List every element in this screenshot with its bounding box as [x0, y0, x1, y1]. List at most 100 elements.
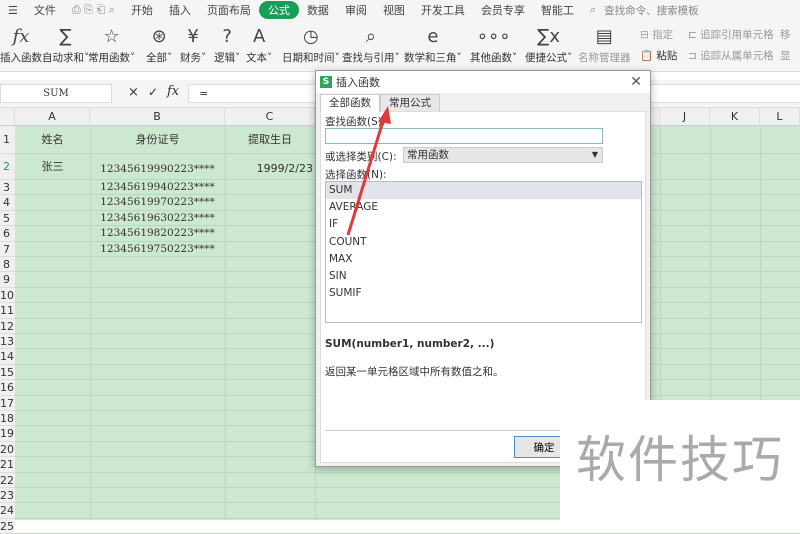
row-header[interactable]: 5	[0, 210, 15, 227]
tab-all-functions[interactable]: 全部函数	[320, 94, 380, 112]
ribbon-button[interactable]: ∑ 自动求和˅	[42, 24, 89, 65]
ribbon-icon: ▤	[595, 26, 613, 47]
corner[interactable]	[0, 108, 15, 126]
search-label: 查找函数(S):	[325, 116, 386, 128]
cell[interactable]: 姓名	[15, 126, 90, 154]
ribbon-button[interactable]: ∘∘∘ 其他函数˅	[470, 24, 517, 65]
cell[interactable]: 12345619820223****	[90, 226, 225, 241]
file-menu[interactable]: 文件	[26, 2, 64, 18]
row-header[interactable]: 21	[0, 457, 15, 473]
ribbon-button[interactable]: ▤ 名称管理器	[578, 24, 631, 65]
column-header[interactable]: C	[225, 108, 315, 126]
cell[interactable]: 12345619750223****	[90, 242, 225, 257]
tab-formula[interactable]: 公式	[258, 1, 299, 19]
trace-dependents-button[interactable]: ⊐ 追踪从属单元格	[688, 48, 774, 63]
function-list[interactable]: SUM AVERAGE IF COUNT MAX SIN SUMIF	[325, 181, 642, 323]
gridline	[225, 126, 226, 520]
row-header[interactable]: 19	[0, 426, 15, 442]
function-item[interactable]: MAX	[326, 251, 641, 268]
row-header[interactable]: 11	[0, 303, 15, 319]
cell[interactable]: 提取生日	[225, 126, 315, 154]
tab-data[interactable]: 数据	[299, 2, 337, 18]
quick-access-icons[interactable]: ⎙ ⎘ ⎗ ⌕	[64, 3, 123, 17]
function-signature: SUM(number1, number2, ...)	[325, 338, 495, 350]
row-header[interactable]: 14	[0, 349, 15, 365]
ribbon-button[interactable]: A 文本˅	[246, 24, 272, 65]
column-header[interactable]: A	[15, 108, 90, 126]
row-header[interactable]: 17	[0, 395, 15, 411]
ribbon-button[interactable]: ⌕ 查找与引用˅	[342, 24, 400, 65]
trace-precedents-button[interactable]: ⊏ 追踪引用单元格	[688, 27, 774, 42]
column-header[interactable]: B	[90, 108, 225, 126]
ribbon-button[interactable]: ? 逻辑˅	[214, 24, 240, 65]
row-header[interactable]: 13	[0, 334, 15, 350]
row-header[interactable]: 9	[0, 272, 15, 288]
tab-insert[interactable]: 插入	[161, 2, 199, 18]
check-icon[interactable]: ✓	[148, 85, 158, 99]
row-header[interactable]: 3	[0, 180, 15, 196]
row-header[interactable]: 16	[0, 380, 15, 396]
row-header[interactable]: 22	[0, 472, 15, 488]
tab-developer[interactable]: 开发工具	[413, 2, 473, 18]
row-header[interactable]: 25	[0, 518, 15, 534]
cell[interactable]: 12345619940223****	[90, 180, 225, 195]
row-header[interactable]: 1	[0, 126, 15, 154]
cell[interactable]: 12345619990223****	[90, 154, 225, 180]
row-header[interactable]: 2	[0, 154, 15, 180]
tab-layout[interactable]: 页面布局	[199, 2, 259, 18]
ribbon-button[interactable]: ☆ 常用函数˅	[88, 24, 135, 65]
command-search[interactable]: 查找命令、搜索模板	[604, 3, 699, 18]
category-select[interactable]: 常用函数 ▼	[403, 147, 603, 163]
hamburger-icon[interactable]: ☰	[0, 4, 26, 17]
paste-button[interactable]: 📋 粘贴	[640, 48, 677, 63]
row-header[interactable]: 6	[0, 226, 15, 242]
search-function-input[interactable]	[325, 128, 603, 144]
row-header[interactable]: 10	[0, 287, 15, 304]
show-button[interactable]: 显	[780, 48, 791, 63]
function-item[interactable]: SUMIF	[326, 285, 641, 302]
row-header[interactable]: 18	[0, 411, 15, 427]
move-button[interactable]: 移	[780, 27, 791, 42]
specify-button[interactable]: ⊟ 指定	[640, 27, 673, 42]
function-item[interactable]: SIN	[326, 268, 641, 285]
ribbon-button[interactable]: ◷ 日期和时间˅	[282, 24, 340, 65]
row-header[interactable]: 15	[0, 364, 15, 381]
close-icon[interactable]: ✕	[630, 74, 642, 90]
function-item[interactable]: AVERAGE	[326, 199, 641, 216]
function-item[interactable]: COUNT	[326, 234, 641, 251]
ribbon-label: 全部˅	[146, 52, 173, 64]
row-header[interactable]: 20	[0, 441, 15, 458]
tab-smart[interactable]: 智能工	[533, 2, 582, 18]
tab-home[interactable]: 开始	[123, 2, 161, 18]
row-header[interactable]: 4	[0, 195, 15, 211]
cell[interactable]: 身份证号	[90, 126, 225, 154]
row-header[interactable]: 23	[0, 488, 15, 504]
column-header[interactable]: K	[710, 108, 760, 126]
tab-review[interactable]: 审阅	[337, 2, 375, 18]
cell[interactable]: 张三	[15, 154, 90, 180]
cancel-icon[interactable]: ×	[128, 85, 139, 100]
ribbon-button[interactable]: ⊛ 全部˅	[146, 24, 172, 65]
cell[interactable]: 12345619970223****	[90, 195, 225, 210]
ribbon-icon: ☆	[103, 26, 120, 47]
row-header[interactable]: 7	[0, 241, 15, 257]
tab-member[interactable]: 会员专享	[473, 2, 533, 18]
function-item[interactable]: IF	[326, 216, 641, 233]
ribbon-button[interactable]: ¥ 财务˅	[180, 24, 206, 65]
ribbon-button[interactable]: ∑x 便捷公式˅	[525, 24, 572, 65]
function-item[interactable]: SUM	[326, 182, 641, 200]
column-header[interactable]: L	[760, 108, 800, 126]
cell[interactable]: 12345619630223****	[90, 211, 225, 226]
row-header[interactable]: 24	[0, 503, 15, 519]
row-header[interactable]: 8	[0, 257, 15, 273]
ribbon-button[interactable]: e 数学和三角˅	[404, 24, 462, 65]
column-header[interactable]: J	[660, 108, 710, 126]
cell[interactable]: 1999/2/23	[225, 154, 315, 180]
row-header[interactable]: 12	[0, 318, 15, 334]
ribbon-button[interactable]: fx 插入函数	[0, 24, 42, 65]
tab-common-formulas[interactable]: 常用公式	[380, 94, 440, 112]
function-description: 返回某一单元格区域中所有数值之和。	[325, 366, 504, 378]
fx-icon[interactable]: fx	[167, 84, 179, 99]
name-box[interactable]: SUM	[0, 84, 112, 103]
tab-view[interactable]: 视图	[375, 2, 413, 18]
